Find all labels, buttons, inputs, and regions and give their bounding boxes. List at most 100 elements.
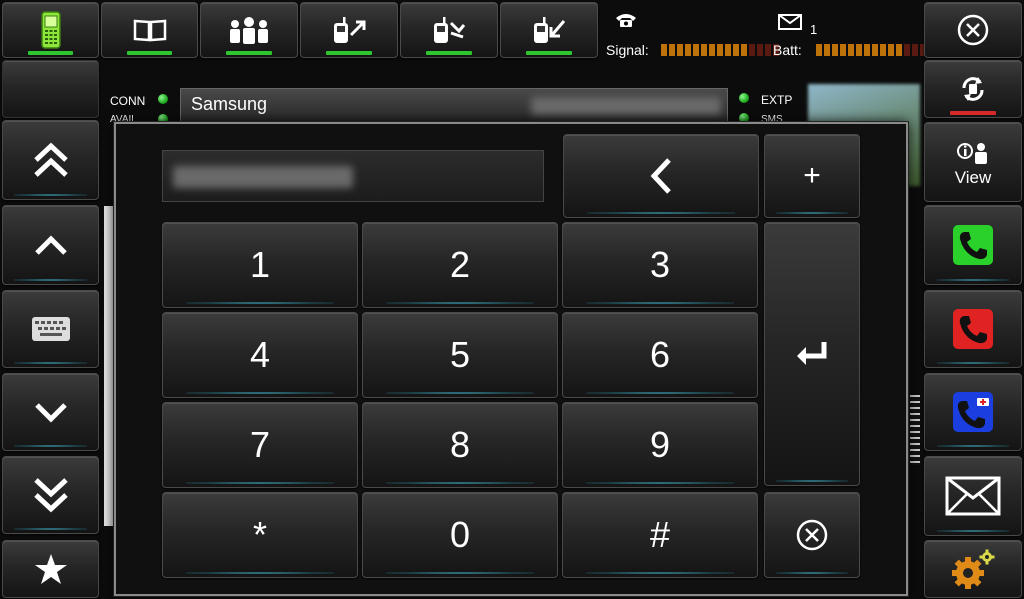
key-label: 5 — [449, 334, 471, 375]
key-hash-button[interactable]: # — [562, 492, 758, 578]
conn-label: CONN — [110, 94, 146, 108]
star-icon — [34, 553, 68, 585]
backspace-button[interactable] — [563, 134, 759, 218]
tab-dialed[interactable] — [300, 2, 398, 58]
tab-contacts[interactable] — [200, 2, 298, 58]
active-indicator — [525, 51, 573, 55]
close-icon — [956, 13, 990, 47]
book-icon — [133, 18, 167, 42]
phone-call-green-icon — [952, 224, 994, 266]
key-5-button[interactable]: 5 — [362, 312, 558, 398]
status-area: 1 Signal: Batt: — [600, 0, 934, 62]
key-label: 9 — [649, 424, 671, 465]
redacted-dialed-number — [173, 166, 353, 188]
keyboard-icon — [31, 316, 71, 342]
enter-icon — [794, 340, 830, 368]
key-3-button[interactable]: 3 — [562, 222, 758, 308]
key-label: 4 — [249, 334, 271, 375]
key-label: 8 — [449, 424, 471, 465]
call-button[interactable] — [924, 205, 1022, 285]
incoming-call-icon — [531, 15, 567, 45]
double-chevron-down-icon — [32, 475, 70, 515]
active-indicator — [425, 51, 473, 55]
scroll-up-button[interactable] — [2, 205, 99, 285]
close-circle-icon — [795, 518, 829, 552]
double-chevron-up-icon — [32, 140, 70, 180]
key-label: 0 — [449, 514, 471, 555]
message-button[interactable] — [924, 456, 1022, 536]
phone-emergency-blue-icon — [952, 391, 994, 433]
envelope-icon — [778, 14, 802, 30]
redacted-number — [531, 97, 721, 115]
dial-number-display[interactable] — [162, 150, 544, 202]
signal-meter — [661, 44, 779, 56]
key-label: 6 — [649, 334, 671, 375]
active-indicator — [126, 51, 173, 55]
conn-led — [158, 94, 168, 104]
keypad-dialog: + 1 2 3 4 5 6 7 8 9 * 0 # — [114, 122, 908, 596]
emergency-call-button[interactable] — [924, 373, 1022, 451]
key-4-button[interactable]: 4 — [162, 312, 358, 398]
chevron-up-icon — [32, 233, 70, 257]
inactive-indicator — [949, 111, 997, 115]
key-2-button[interactable]: 2 — [362, 222, 558, 308]
key-label: * — [252, 514, 267, 555]
telephone-icon — [614, 12, 638, 28]
outgoing-call-icon — [331, 15, 367, 45]
phone-hangup-red-icon — [952, 308, 994, 350]
contact-info-icon — [956, 141, 990, 165]
signal-label: Signal: — [606, 42, 649, 58]
tab-phonebook[interactable] — [101, 2, 198, 58]
enter-button[interactable] — [764, 222, 860, 486]
active-indicator — [325, 51, 373, 55]
keyboard-button[interactable] — [2, 290, 99, 368]
key-label: 7 — [249, 424, 271, 465]
battery-label: Batt: — [773, 42, 802, 58]
list-edge-right — [910, 395, 920, 465]
active-indicator — [27, 51, 74, 55]
clear-button[interactable] — [764, 492, 860, 578]
scroll-down-button[interactable] — [2, 373, 99, 451]
favorites-button[interactable] — [2, 540, 99, 598]
chevron-down-icon — [32, 400, 70, 424]
sync-button[interactable] — [924, 60, 1022, 118]
contact-name: Samsung — [191, 94, 268, 114]
hangup-button[interactable] — [924, 290, 1022, 368]
key-8-button[interactable]: 8 — [362, 402, 558, 488]
key-label: 2 — [449, 244, 471, 285]
list-edge — [104, 206, 114, 526]
envelope-large-icon — [945, 476, 1001, 516]
key-6-button[interactable]: 6 — [562, 312, 758, 398]
extp-led — [739, 93, 749, 103]
contact-bar[interactable]: Samsung — [180, 88, 728, 122]
gear-icon — [950, 548, 996, 590]
sync-icon — [958, 74, 988, 104]
view-label: View — [954, 167, 992, 187]
message-count: 1 — [810, 22, 818, 37]
tab-missed[interactable] — [400, 2, 498, 58]
extp-label: EXTP — [761, 93, 793, 107]
key-star-button[interactable]: * — [162, 492, 358, 578]
key-label: 1 — [249, 244, 271, 285]
left-blank-button — [2, 60, 99, 118]
tab-received[interactable] — [500, 2, 598, 58]
key-label: # — [649, 514, 671, 555]
plus-button[interactable]: + — [764, 134, 860, 218]
settings-button[interactable] — [924, 540, 1022, 598]
close-button[interactable] — [924, 2, 1022, 58]
plus-label: + — [803, 159, 821, 192]
chevron-left-icon — [647, 156, 675, 196]
tab-phone[interactable] — [2, 2, 99, 58]
missed-call-icon — [431, 15, 467, 45]
key-7-button[interactable]: 7 — [162, 402, 358, 488]
page-up-button[interactable] — [2, 120, 99, 200]
view-button[interactable]: View — [924, 122, 1022, 202]
key-1-button[interactable]: 1 — [162, 222, 358, 308]
people-icon — [227, 16, 271, 44]
key-label: 3 — [649, 244, 671, 285]
active-indicator — [225, 51, 273, 55]
key-0-button[interactable]: 0 — [362, 492, 558, 578]
mobile-phone-icon — [40, 11, 62, 49]
key-9-button[interactable]: 9 — [562, 402, 758, 488]
page-down-button[interactable] — [2, 456, 99, 534]
